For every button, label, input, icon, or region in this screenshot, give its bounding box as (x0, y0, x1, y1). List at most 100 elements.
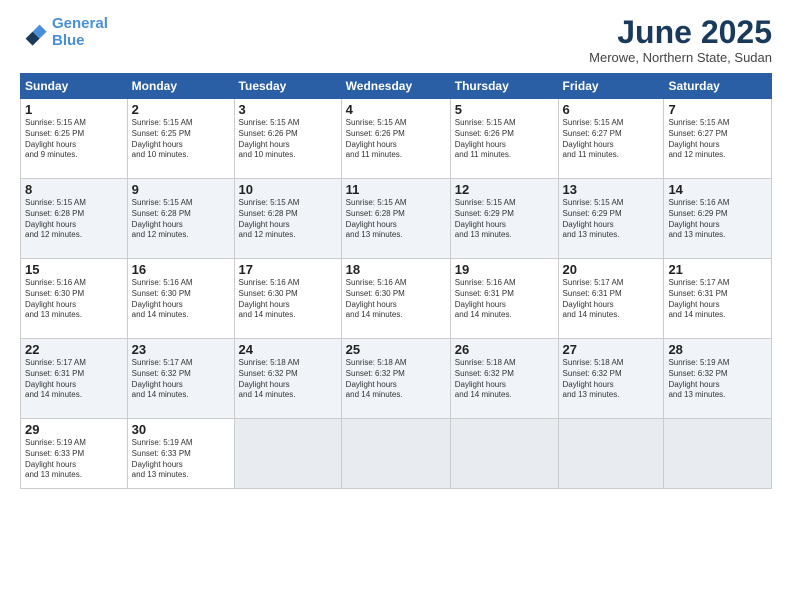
table-row: 20 Sunrise: 5:17 AM Sunset: 6:31 PM Dayl… (558, 259, 664, 339)
table-row: 3 Sunrise: 5:15 AM Sunset: 6:26 PM Dayli… (234, 99, 341, 179)
table-row: 17 Sunrise: 5:16 AM Sunset: 6:30 PM Dayl… (234, 259, 341, 339)
title-block: June 2025 Merowe, Northern State, Sudan (589, 16, 772, 65)
table-row: 12 Sunrise: 5:15 AM Sunset: 6:29 PM Dayl… (450, 179, 558, 259)
table-row: 26 Sunrise: 5:18 AM Sunset: 6:32 PM Dayl… (450, 339, 558, 419)
day-number: 3 (239, 102, 337, 117)
day-number: 5 (455, 102, 554, 117)
header-saturday: Saturday (664, 74, 772, 99)
day-info: Sunrise: 5:16 AM Sunset: 6:29 PM Dayligh… (668, 198, 767, 241)
day-number: 19 (455, 262, 554, 277)
day-info: Sunrise: 5:15 AM Sunset: 6:27 PM Dayligh… (563, 118, 660, 161)
header: General Blue June 2025 Merowe, Northern … (20, 16, 772, 65)
calendar-header-row: Sunday Monday Tuesday Wednesday Thursday… (21, 74, 772, 99)
day-info: Sunrise: 5:15 AM Sunset: 6:27 PM Dayligh… (668, 118, 767, 161)
table-row: 28 Sunrise: 5:19 AM Sunset: 6:32 PM Dayl… (664, 339, 772, 419)
day-number: 18 (346, 262, 446, 277)
page: General Blue June 2025 Merowe, Northern … (0, 0, 792, 612)
day-number: 11 (346, 182, 446, 197)
day-info: Sunrise: 5:16 AM Sunset: 6:30 PM Dayligh… (239, 278, 337, 321)
day-number: 29 (25, 422, 123, 437)
header-friday: Friday (558, 74, 664, 99)
day-info: Sunrise: 5:15 AM Sunset: 6:26 PM Dayligh… (346, 118, 446, 161)
day-number: 30 (132, 422, 230, 437)
day-info: Sunrise: 5:15 AM Sunset: 6:26 PM Dayligh… (455, 118, 554, 161)
header-sunday: Sunday (21, 74, 128, 99)
logo-line2: Blue (52, 32, 85, 49)
table-row (664, 419, 772, 489)
day-info: Sunrise: 5:15 AM Sunset: 6:25 PM Dayligh… (25, 118, 123, 161)
day-number: 14 (668, 182, 767, 197)
table-row: 23 Sunrise: 5:17 AM Sunset: 6:32 PM Dayl… (127, 339, 234, 419)
day-number: 26 (455, 342, 554, 357)
table-row: 24 Sunrise: 5:18 AM Sunset: 6:32 PM Dayl… (234, 339, 341, 419)
table-row: 8 Sunrise: 5:15 AM Sunset: 6:28 PM Dayli… (21, 179, 128, 259)
day-info: Sunrise: 5:19 AM Sunset: 6:32 PM Dayligh… (668, 358, 767, 401)
logo-icon (20, 19, 48, 47)
day-info: Sunrise: 5:17 AM Sunset: 6:32 PM Dayligh… (132, 358, 230, 401)
header-tuesday: Tuesday (234, 74, 341, 99)
day-info: Sunrise: 5:18 AM Sunset: 6:32 PM Dayligh… (346, 358, 446, 401)
table-row (341, 419, 450, 489)
day-number: 16 (132, 262, 230, 277)
table-row: 14 Sunrise: 5:16 AM Sunset: 6:29 PM Dayl… (664, 179, 772, 259)
day-number: 25 (346, 342, 446, 357)
day-number: 17 (239, 262, 337, 277)
table-row: 7 Sunrise: 5:15 AM Sunset: 6:27 PM Dayli… (664, 99, 772, 179)
day-info: Sunrise: 5:15 AM Sunset: 6:28 PM Dayligh… (25, 198, 123, 241)
logo-text: General Blue (52, 16, 108, 49)
day-info: Sunrise: 5:15 AM Sunset: 6:29 PM Dayligh… (455, 198, 554, 241)
table-row: 11 Sunrise: 5:15 AM Sunset: 6:28 PM Dayl… (341, 179, 450, 259)
day-info: Sunrise: 5:15 AM Sunset: 6:28 PM Dayligh… (346, 198, 446, 241)
day-info: Sunrise: 5:16 AM Sunset: 6:31 PM Dayligh… (455, 278, 554, 321)
day-number: 4 (346, 102, 446, 117)
day-info: Sunrise: 5:15 AM Sunset: 6:29 PM Dayligh… (563, 198, 660, 241)
day-info: Sunrise: 5:15 AM Sunset: 6:25 PM Dayligh… (132, 118, 230, 161)
logo: General Blue (20, 16, 108, 49)
day-number: 7 (668, 102, 767, 117)
table-row (234, 419, 341, 489)
table-row: 25 Sunrise: 5:18 AM Sunset: 6:32 PM Dayl… (341, 339, 450, 419)
day-number: 23 (132, 342, 230, 357)
day-number: 13 (563, 182, 660, 197)
day-number: 2 (132, 102, 230, 117)
location-subtitle: Merowe, Northern State, Sudan (589, 50, 772, 65)
day-info: Sunrise: 5:19 AM Sunset: 6:33 PM Dayligh… (132, 438, 230, 481)
day-info: Sunrise: 5:18 AM Sunset: 6:32 PM Dayligh… (563, 358, 660, 401)
table-row: 13 Sunrise: 5:15 AM Sunset: 6:29 PM Dayl… (558, 179, 664, 259)
day-number: 1 (25, 102, 123, 117)
table-row: 10 Sunrise: 5:15 AM Sunset: 6:28 PM Dayl… (234, 179, 341, 259)
table-row: 2 Sunrise: 5:15 AM Sunset: 6:25 PM Dayli… (127, 99, 234, 179)
table-row: 5 Sunrise: 5:15 AM Sunset: 6:26 PM Dayli… (450, 99, 558, 179)
table-row: 9 Sunrise: 5:15 AM Sunset: 6:28 PM Dayli… (127, 179, 234, 259)
header-monday: Monday (127, 74, 234, 99)
day-number: 15 (25, 262, 123, 277)
day-number: 12 (455, 182, 554, 197)
header-thursday: Thursday (450, 74, 558, 99)
day-info: Sunrise: 5:17 AM Sunset: 6:31 PM Dayligh… (25, 358, 123, 401)
table-row: 1 Sunrise: 5:15 AM Sunset: 6:25 PM Dayli… (21, 99, 128, 179)
logo-line1: General (52, 15, 108, 32)
day-info: Sunrise: 5:15 AM Sunset: 6:28 PM Dayligh… (132, 198, 230, 241)
day-number: 21 (668, 262, 767, 277)
table-row (450, 419, 558, 489)
day-number: 22 (25, 342, 123, 357)
day-info: Sunrise: 5:16 AM Sunset: 6:30 PM Dayligh… (346, 278, 446, 321)
table-row: 29 Sunrise: 5:19 AM Sunset: 6:33 PM Dayl… (21, 419, 128, 489)
table-row: 18 Sunrise: 5:16 AM Sunset: 6:30 PM Dayl… (341, 259, 450, 339)
table-row: 22 Sunrise: 5:17 AM Sunset: 6:31 PM Dayl… (21, 339, 128, 419)
day-number: 8 (25, 182, 123, 197)
table-row: 15 Sunrise: 5:16 AM Sunset: 6:30 PM Dayl… (21, 259, 128, 339)
day-info: Sunrise: 5:17 AM Sunset: 6:31 PM Dayligh… (563, 278, 660, 321)
month-title: June 2025 (589, 16, 772, 48)
day-info: Sunrise: 5:17 AM Sunset: 6:31 PM Dayligh… (668, 278, 767, 321)
table-row: 30 Sunrise: 5:19 AM Sunset: 6:33 PM Dayl… (127, 419, 234, 489)
table-row: 27 Sunrise: 5:18 AM Sunset: 6:32 PM Dayl… (558, 339, 664, 419)
header-wednesday: Wednesday (341, 74, 450, 99)
day-info: Sunrise: 5:16 AM Sunset: 6:30 PM Dayligh… (25, 278, 123, 321)
day-info: Sunrise: 5:19 AM Sunset: 6:33 PM Dayligh… (25, 438, 123, 481)
table-row: 21 Sunrise: 5:17 AM Sunset: 6:31 PM Dayl… (664, 259, 772, 339)
day-number: 24 (239, 342, 337, 357)
day-number: 28 (668, 342, 767, 357)
table-row: 6 Sunrise: 5:15 AM Sunset: 6:27 PM Dayli… (558, 99, 664, 179)
day-number: 10 (239, 182, 337, 197)
